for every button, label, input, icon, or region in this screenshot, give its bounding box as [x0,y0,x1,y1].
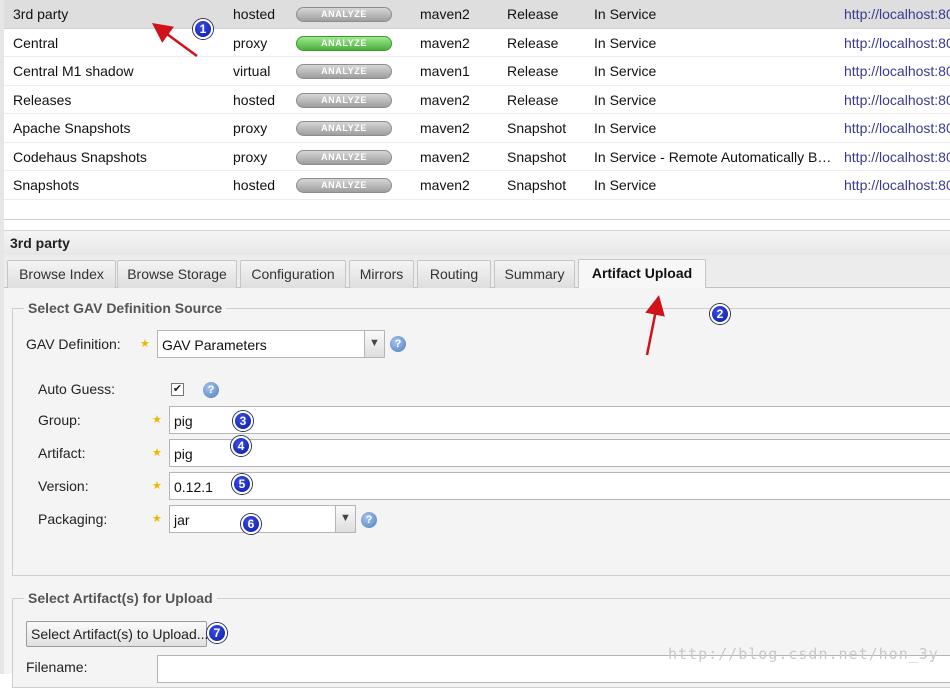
annotation-arrow-1 [151,23,198,58]
annotation-badge: 1 [193,19,213,39]
annotation-badge: 3 [233,411,253,431]
annotation-arrows [151,23,665,356]
annotation-badge: 4 [231,436,251,456]
annotation-badge: 6 [241,514,261,534]
annotation-badge: 7 [207,623,227,643]
annotation-badge: 5 [232,474,252,494]
annotation-arrow-2 [645,295,665,356]
watermark: http://blog.csdn.net/hon_3y [668,645,939,663]
annotation-badge: 2 [710,304,730,324]
